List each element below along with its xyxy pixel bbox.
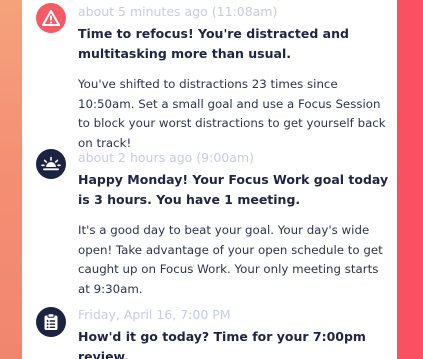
notification-body: You've shifted to distractions 23 times … xyxy=(78,77,386,150)
notification-title: How'd it go today? Time for your 7:00pm … xyxy=(78,329,366,359)
right-background-edge xyxy=(397,0,423,359)
left-background-edge xyxy=(0,0,22,359)
notification-title: Time to refocus! You're distracted and m… xyxy=(78,26,349,61)
notification-title: Happy Monday! Your Focus Work goal today… xyxy=(78,172,389,207)
notification-body: It's a good day to beat your goal. Your … xyxy=(78,223,383,296)
alert-triangle-icon xyxy=(36,3,66,33)
sunrise-icon xyxy=(36,149,66,179)
notification-timestamp: about 2 hours ago (9:00am) xyxy=(78,150,254,165)
notification-timestamp: Friday, April 16, 7:00 PM xyxy=(78,307,231,322)
notifications-panel: about 5 minutes ago (11:08am) Time to re… xyxy=(22,0,397,359)
notification-timestamp: about 5 minutes ago (11:08am) xyxy=(78,4,278,19)
clipboard-icon xyxy=(36,307,66,337)
